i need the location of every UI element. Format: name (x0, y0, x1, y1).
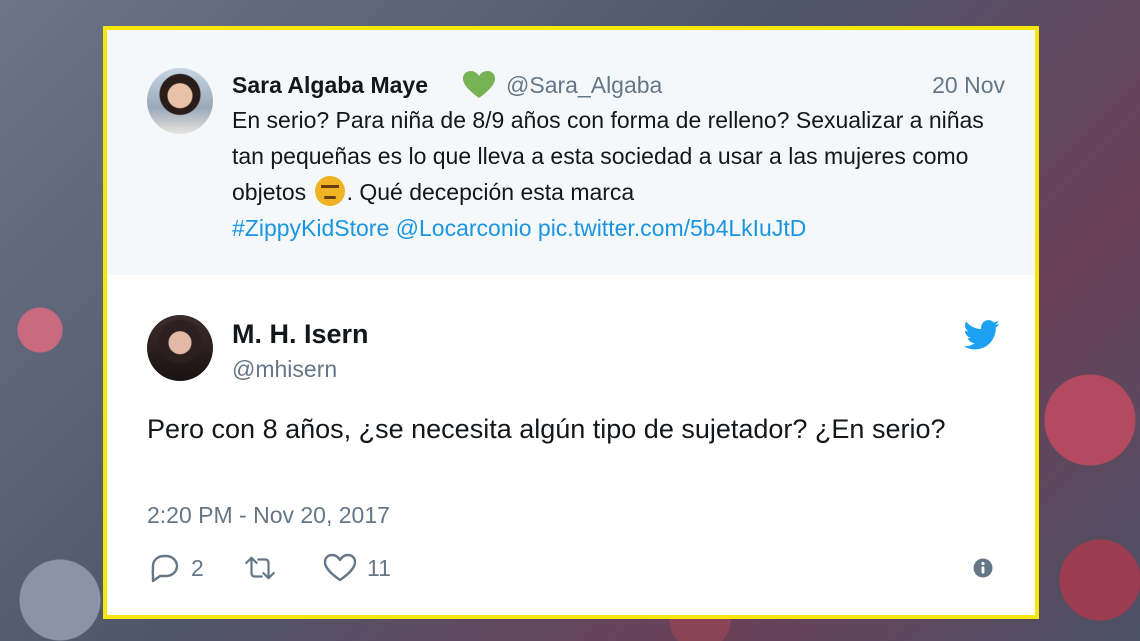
like-count: 11 (367, 554, 391, 581)
info-icon[interactable] (973, 558, 993, 578)
heart-icon (323, 553, 357, 582)
quoted-tweet-header: Sara Algaba Maye @Sara_Algaba 20 Nov (232, 71, 1005, 102)
reply-button[interactable]: 2 (147, 552, 204, 584)
mention-link[interactable]: @Locarconio (396, 215, 532, 241)
quoted-tweet-date[interactable]: 20 Nov (932, 72, 1005, 99)
reply-count: 2 (191, 554, 204, 581)
pic-link[interactable]: pic.twitter.com/5b4LkIuJtD (538, 215, 806, 241)
like-button[interactable]: 11 (323, 552, 391, 584)
author-handle[interactable]: @mhisern (232, 356, 337, 383)
quoted-tweet-text: En serio? Para niña de 8/9 años con form… (232, 102, 992, 246)
reply-icon (151, 554, 179, 583)
tweet-text: Pero con 8 años, ¿se necesita algún tipo… (147, 414, 946, 444)
retweet-button[interactable] (243, 552, 287, 584)
quoted-author-handle[interactable]: @Sara_Algaba (506, 72, 662, 99)
tweet-card-frame: Sara Algaba Maye @Sara_Algaba 20 Nov En … (103, 26, 1039, 619)
author-avatar[interactable] (147, 315, 213, 381)
hashtag-link[interactable]: #ZippyKidStore (232, 215, 389, 241)
retweet-icon (245, 556, 275, 580)
quoted-tweet[interactable]: Sara Algaba Maye @Sara_Algaba 20 Nov En … (107, 30, 1035, 275)
green-heart-icon (463, 71, 495, 98)
twitter-bird-icon[interactable] (964, 320, 1000, 350)
angry-face-icon (314, 176, 345, 206)
tweet-timestamp[interactable]: 2:20 PM - Nov 20, 2017 (147, 502, 390, 529)
quoted-author-avatar[interactable] (147, 68, 213, 134)
author-name[interactable]: M. H. Isern (232, 319, 369, 350)
tweet-actions: 2 11 (147, 552, 997, 584)
quoted-text-tail: . Qué decepción esta marca (346, 179, 635, 205)
quoted-author-name[interactable]: Sara Algaba Maye (232, 72, 428, 99)
